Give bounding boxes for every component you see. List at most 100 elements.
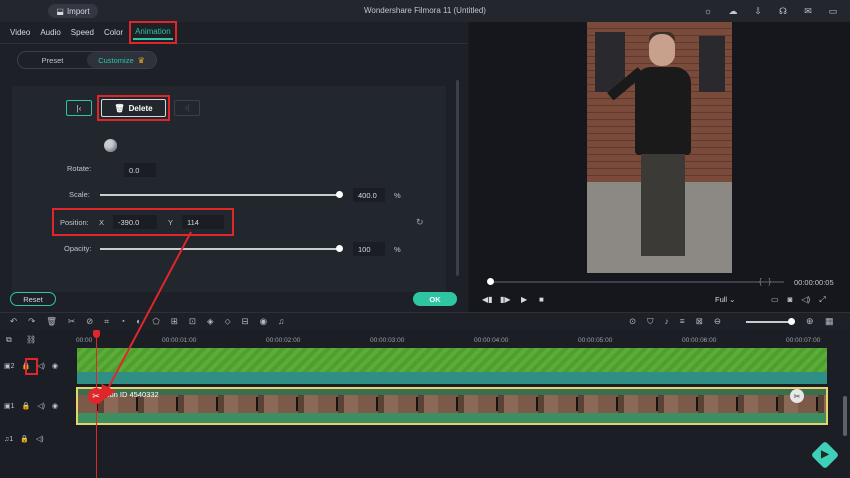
subtab-preset[interactable]: Preset [18,52,87,68]
add-track-icon[interactable]: ⧉ [6,335,12,345]
subtab-customize[interactable]: Customize ♛ [87,52,156,68]
mic-icon[interactable]: ♪ [665,316,669,327]
headset-icon[interactable]: ☊ [776,4,790,18]
step-play-icon[interactable]: ▮▶ [500,295,511,304]
split-icon[interactable]: ⊟ [242,316,249,327]
reset-button[interactable]: Reset [10,292,56,306]
scale-value[interactable]: 400.0 [353,188,385,202]
prev-keyframe-icon: |‹ [76,103,82,113]
zoom-slider-thumb[interactable] [788,318,795,325]
quality-value: Full [715,295,728,304]
monitor-icon[interactable]: ▭ [771,295,779,305]
opacity-value[interactable]: 100 [353,242,385,256]
volume-icon[interactable]: ◁) [801,295,810,305]
filmora-window: ⬓ Import Wondershare Filmora 11 (Untitle… [0,0,850,478]
stabilize-icon[interactable]: ⊞ [171,316,178,327]
prev-frame-icon[interactable]: ◀▮ [482,295,493,304]
fullscreen-icon[interactable]: ⤢ [819,295,825,305]
fit-icon[interactable]: ▦ [825,316,834,327]
speed-icon[interactable]: ◔ [120,316,125,327]
eye-icon[interactable]: ◉ [52,402,58,410]
tab-video[interactable]: Video [10,28,30,37]
mask-icon[interactable]: ⬠ [152,316,159,327]
next-keyframe-button[interactable]: ›| [174,100,200,116]
shield-icon[interactable]: ⛉ [647,316,653,327]
crown-icon: ♛ [137,55,145,65]
stop-icon[interactable]: ■ [539,295,544,304]
rotate-label: Rotate: [67,164,92,173]
customize-label: Customize [98,55,134,65]
zoom-out-icon[interactable]: ⊖ [714,316,721,327]
mail-icon[interactable]: ✉ [801,4,815,18]
preview-scrubber-thumb[interactable] [487,278,494,285]
zoom-slider-track[interactable] [746,321,794,323]
crop-icon[interactable]: ⌗ [104,316,109,327]
reset-position-icon[interactable]: ↻ [416,217,424,228]
mixer-icon[interactable]: ≡ [680,316,685,327]
audio-icon[interactable]: ♫ [278,316,284,327]
clip-end-scissor-icon[interactable]: ✂ [790,389,804,403]
camera-icon[interactable]: ◙ [788,295,793,305]
minimize-icon[interactable]: ▭ [826,4,840,18]
preview-icons: ▭ ◙ ◁) ⤢ [771,295,826,305]
delete-icon[interactable]: 🗑 [46,316,57,327]
track-number: 1 [9,435,14,443]
lock-icon[interactable]: 🔒 [20,435,29,443]
download-icon[interactable]: ⇩ [751,4,765,18]
timeline-scrollbar[interactable] [843,396,847,436]
tab-speed[interactable]: Speed [71,28,94,37]
preview-scrubber[interactable] [489,281,784,283]
mark-in-out-icon[interactable]: { } [759,277,771,286]
eye-icon[interactable]: ◉ [52,362,58,370]
position-x-field[interactable]: -390.0 [113,215,157,229]
redo-icon[interactable]: ↷ [28,316,35,327]
timeline-ruler[interactable]: 00:00 00:00:01:00 00:00:02:00 00:00:03:0… [76,334,836,348]
scale-slider-track[interactable] [100,194,340,196]
tab-audio[interactable]: Audio [40,28,60,37]
video-track-icon: ▣2 [4,363,15,370]
play-icon[interactable]: ▶ [521,295,527,304]
playhead-line[interactable] [96,334,97,478]
ruler-tick: 00:00:01:00 [162,337,197,344]
opacity-slider-track[interactable] [100,248,340,250]
link-icon[interactable]: ⛓ [26,335,36,344]
video-clip[interactable]: ction ID 4540332 [76,387,828,425]
delete-keyframe-button[interactable]: 🗑 Delete [101,99,166,117]
opacity-slider-thumb[interactable] [336,245,343,252]
quality-select[interactable]: Full ⌄ [715,295,735,304]
prev-keyframe-button[interactable]: |‹ [66,100,92,116]
position-y-label: Y [168,218,174,227]
playhead-handle[interactable] [93,330,100,338]
tab-color[interactable]: Color [104,28,123,37]
split-scissor-icon[interactable]: ✂ [88,388,104,404]
panel-scrollbar[interactable] [456,80,459,276]
ai-icon[interactable]: ◉ [260,316,267,327]
color-icon[interactable]: ◐ [136,316,141,327]
speaker-icon[interactable]: ◁) [36,435,44,443]
rotate-knob[interactable] [104,139,117,152]
freeze-icon[interactable]: ⊡ [189,316,196,327]
speaker-icon[interactable]: ◁) [37,362,45,370]
keyframe-icon[interactable]: ⬦ [225,316,231,327]
speaker-icon[interactable]: ◁) [37,402,45,410]
position-y-field[interactable]: 114 [182,215,224,229]
ok-button[interactable]: OK [413,292,457,306]
preview-panel: { } 00:00:00:05 ◀▮ ▮▶ ▶ ■ Full ⌄ ▭ ◙ ◁) … [469,22,850,312]
zoom-in-icon[interactable]: ⊕ [806,316,814,327]
undo-icon[interactable]: ↶ [10,316,17,327]
cut-icon[interactable]: ✂ [68,316,75,327]
tag-icon[interactable]: ⊘ [86,316,93,327]
scale-slider-thumb[interactable] [336,191,343,198]
render-icon[interactable]: ⊙ [629,316,636,327]
title-icons: ☼ ☁ ⇩ ☊ ✉ ▭ [701,4,840,18]
tab-animation[interactable]: Animation [129,21,177,44]
title-bar: ⬓ Import Wondershare Filmora 11 (Untitle… [0,0,850,22]
lock-icon[interactable]: 🔒 [22,402,31,410]
motion-icon[interactable]: ◈ [207,316,214,327]
snapshot-icon[interactable]: ⊠ [696,316,703,327]
track-number: 2 [10,363,15,370]
rotate-value[interactable]: 0.0 [124,163,156,177]
cloud-icon[interactable]: ☁ [726,4,740,18]
sun-icon[interactable]: ☼ [701,4,715,18]
delete-label: Delete [128,103,153,113]
